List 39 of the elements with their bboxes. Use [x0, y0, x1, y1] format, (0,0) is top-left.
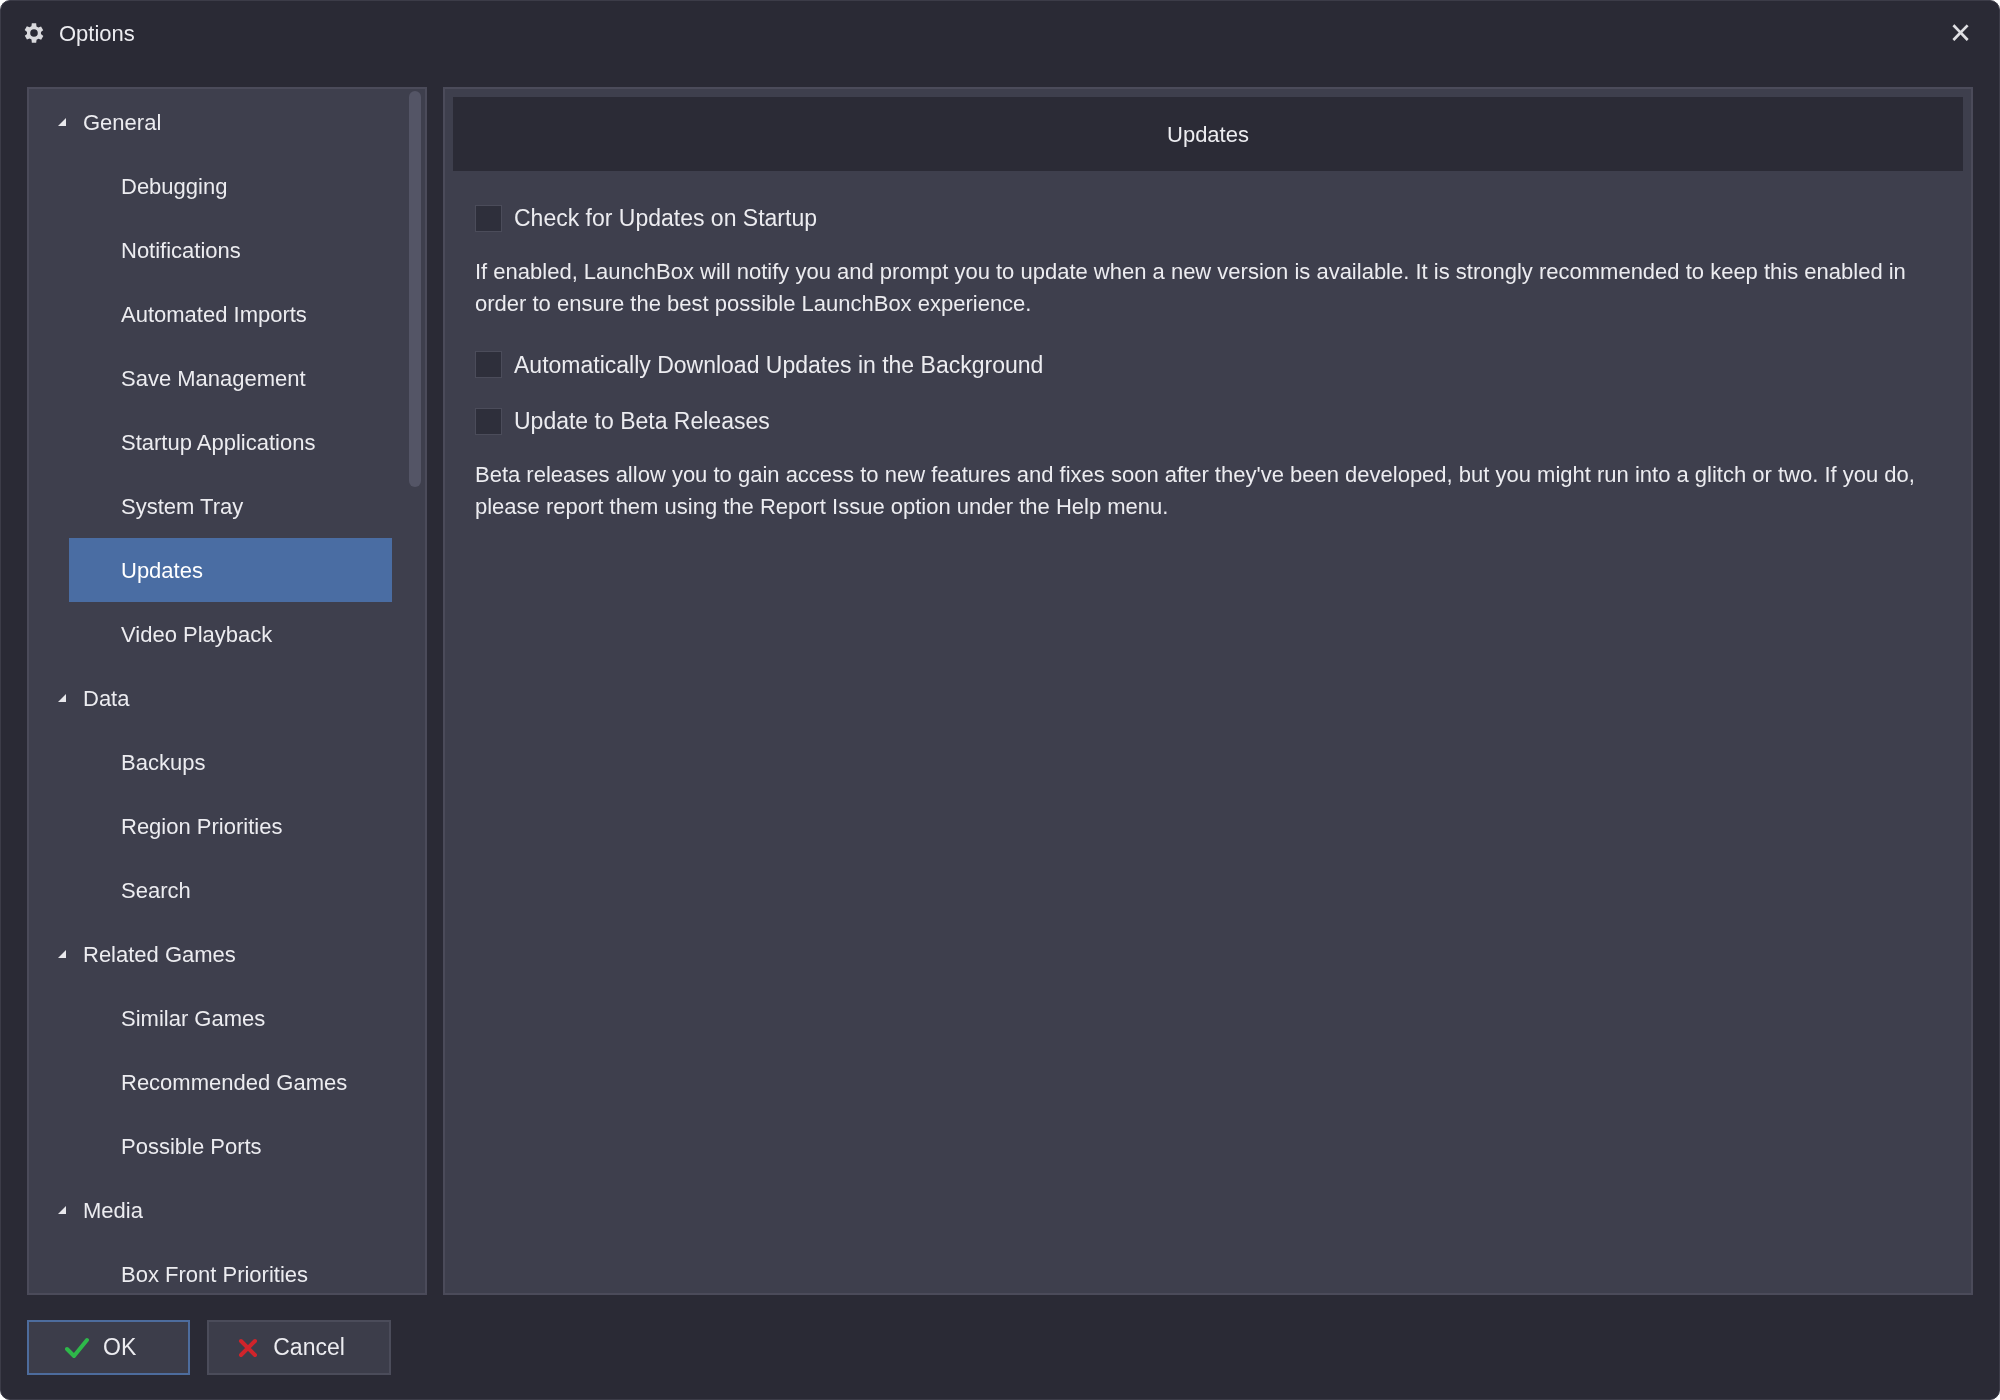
tree-item[interactable]: Recommended Games — [69, 1050, 392, 1114]
checkbox[interactable] — [475, 204, 502, 232]
close-button[interactable]: × — [1941, 15, 1979, 51]
description-text: Beta releases allow you to gain access to new features and fixes soon after they've been developed, but you might run into a glitch or two. If you do, please report them using the Report Issue option under the Help menu. — [475, 460, 1916, 521]
caret-icon[interactable] — [57, 117, 67, 127]
caret-icon[interactable] — [57, 693, 67, 703]
tree-item[interactable]: Related Games — [71, 922, 394, 986]
caret-icon[interactable] — [57, 1205, 67, 1215]
tree-item[interactable]: Data — [71, 666, 394, 730]
description-text: If enabled, LaunchBox will notify you and prompt you to update when a new version is available. It is strongly recommended to keep this enabled in order to ensure the best possible LaunchBox experience. — [475, 257, 1907, 318]
tree-item[interactable]: Search — [69, 858, 392, 922]
cancel-button[interactable]: Cancel — [207, 1320, 391, 1375]
tree-item[interactable]: Debugging — [69, 154, 392, 218]
tree-item[interactable]: Box Front Priorities — [69, 1242, 392, 1293]
tree-item[interactable]: Media — [71, 1178, 394, 1242]
tree-item[interactable]: Region Priorities — [69, 794, 392, 858]
tree-item[interactable]: Automated Imports — [69, 282, 392, 346]
tree-item[interactable]: Updates — [69, 538, 392, 602]
tree-item[interactable]: Startup Applications — [69, 410, 392, 474]
tree-item[interactable]: Video Playback — [69, 602, 392, 666]
checkmark-icon — [65, 1336, 89, 1359]
tree-item[interactable]: General — [71, 90, 394, 154]
checkbox-label[interactable]: Automatically Download Updates in the Background — [514, 347, 1044, 382]
tree-item[interactable]: Possible Ports — [69, 1114, 392, 1178]
tree-item[interactable]: Notifications — [69, 218, 392, 282]
panel-header: Updates — [453, 97, 1963, 171]
checkbox-label[interactable]: Update to Beta Releases — [514, 404, 770, 439]
checkbox-label[interactable]: Check for Updates on Startup — [514, 201, 817, 236]
checkbox[interactable] — [475, 407, 502, 435]
window-title: Options — [59, 19, 135, 48]
cross-icon — [237, 1336, 260, 1359]
caret-icon[interactable] — [57, 949, 67, 959]
tree-item[interactable]: Save Management — [69, 346, 392, 410]
tree-item[interactable]: Backups — [69, 730, 392, 794]
ok-button[interactable]: OK — [27, 1320, 191, 1375]
tree-item[interactable]: Similar Games — [69, 986, 392, 1050]
scrollbar-thumb[interactable] — [409, 91, 421, 487]
checkbox[interactable] — [475, 351, 502, 379]
tree-item[interactable]: System Tray — [69, 474, 392, 538]
